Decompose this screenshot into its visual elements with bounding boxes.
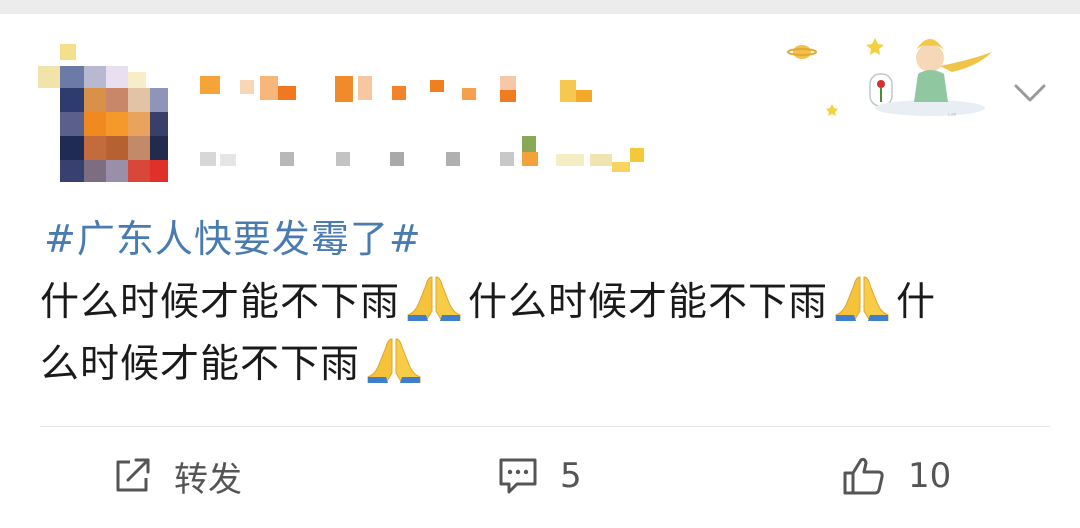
svg-text:ᴸᵘᴮ: ᴸᵘᴮ (948, 112, 956, 120)
like-count: 10 (908, 456, 952, 496)
comment-count: 5 (560, 456, 582, 496)
post-text-segment: 么时候才能不下雨 (40, 342, 361, 387)
comment-icon (499, 458, 537, 494)
folded-hands-icon (407, 276, 461, 321)
weibo-post-card: ᴸᵘᴮ #广东人快要发霉了# 什么时候才能不下雨 什么时候才能不下雨 什么时候才… (0, 14, 1080, 528)
like-button[interactable]: 10 (842, 454, 951, 498)
post-text-segment: 什 (896, 280, 937, 325)
post-text-segment: 什么时候才能不下雨 (468, 280, 829, 325)
folded-hands-icon (367, 338, 421, 383)
folded-hands-icon (835, 276, 889, 321)
divider (40, 426, 1050, 427)
comment-button[interactable]: 5 (498, 454, 582, 498)
username-blurred[interactable] (200, 76, 620, 102)
topic-hashtag[interactable]: #广东人快要发霉了# (44, 208, 422, 263)
thumbs-up-icon (843, 457, 884, 495)
chevron-down-icon[interactable] (1010, 72, 1050, 112)
post-text: 什么时候才能不下雨 什么时候才能不下雨 什么时候才能不下雨 (40, 272, 1040, 396)
avatar[interactable] (38, 44, 168, 194)
meta-blurred (200, 136, 660, 174)
post-text-segment: 什么时候才能不下雨 (40, 280, 401, 325)
repost-label: 转发 (174, 459, 242, 500)
repost-icon (116, 458, 150, 492)
repost-button[interactable]: 转发 (114, 454, 242, 500)
little-prince-decoration: ᴸᵘᴮ (787, 38, 992, 120)
